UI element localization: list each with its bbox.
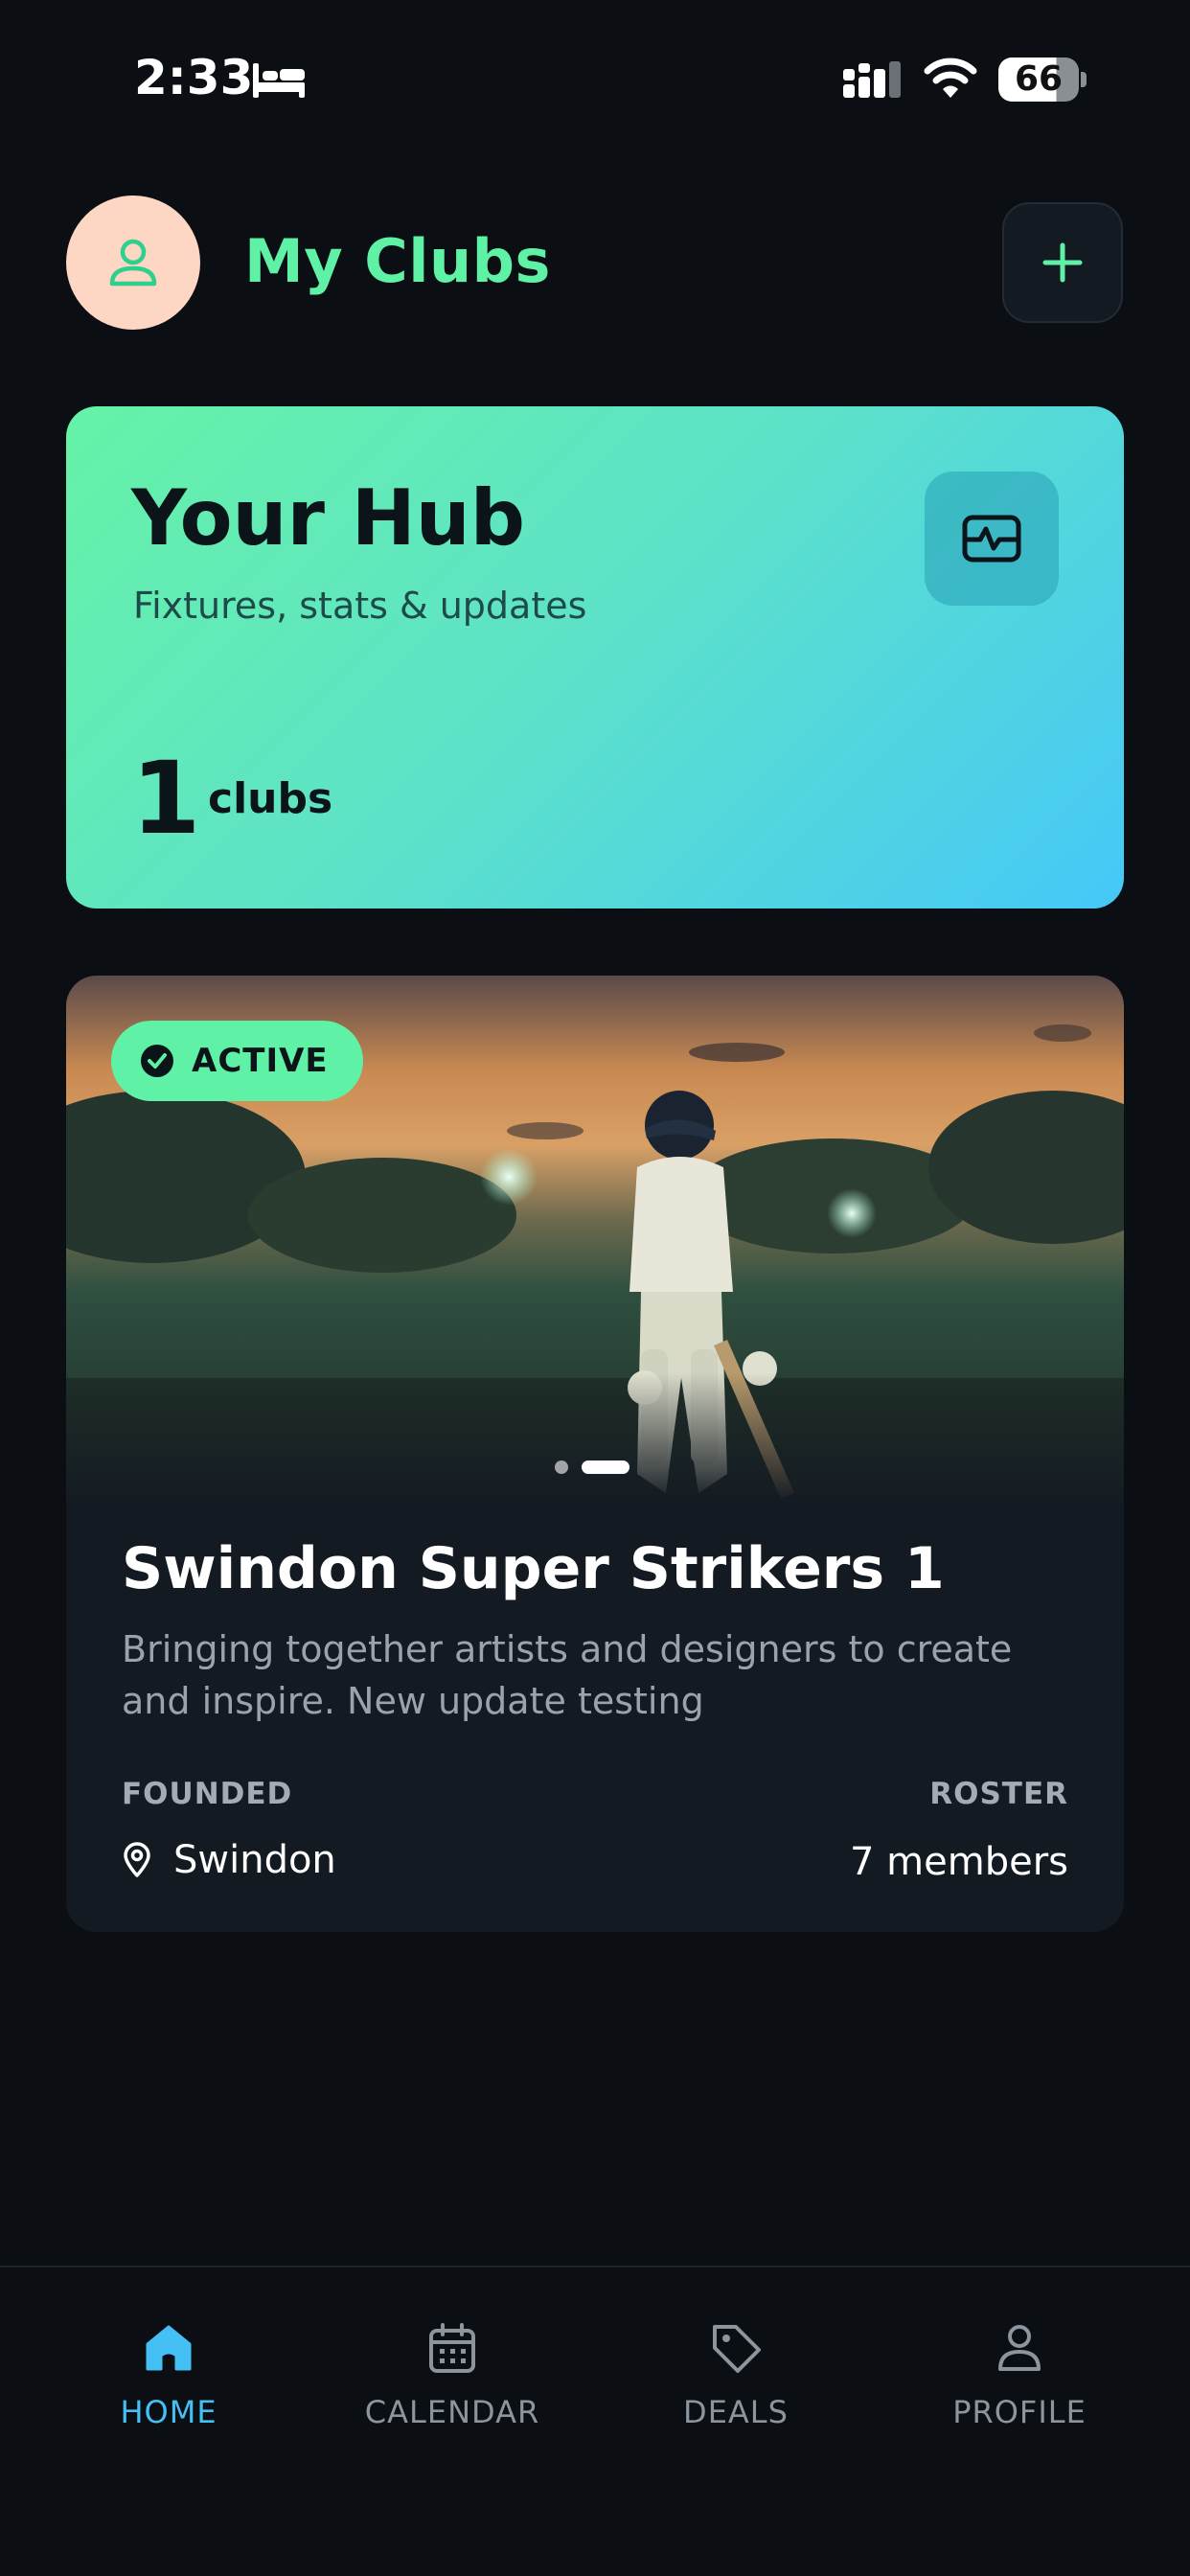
carousel-dot[interactable] <box>555 1460 568 1474</box>
carousel-dot-active[interactable] <box>582 1460 629 1474</box>
user-icon <box>998 2325 1041 2371</box>
hub-club-count-label: clubs <box>208 774 333 823</box>
hub-card[interactable]: Your Hub Fixtures, stats & updates 1 clu… <box>66 406 1124 908</box>
bed-icon <box>253 63 305 98</box>
club-card[interactable]: ACTIVE Swindon Super Strikers 1 Bringing… <box>66 976 1124 1932</box>
nav-item-calendar[interactable]: CALENDAR <box>337 2319 567 2430</box>
nav-label-deals: DEALS <box>683 2394 789 2430</box>
bottom-nav: HOME CALENDAR DEALS PROFILE <box>0 2266 1190 2576</box>
plus-icon <box>1042 242 1083 283</box>
calendar-icon <box>429 2323 475 2373</box>
hub-activity-button[interactable] <box>925 472 1059 606</box>
map-pin-icon <box>124 1842 150 1877</box>
nav-label-profile: PROFILE <box>952 2394 1087 2430</box>
battery-indicator: 66 <box>998 58 1087 102</box>
wifi-icon <box>924 58 977 98</box>
user-icon <box>109 239 157 287</box>
carousel-dots[interactable] <box>555 1460 629 1474</box>
battery-level: 66 <box>1014 59 1064 99</box>
status-time: 2:33 <box>134 50 254 105</box>
signal-icon <box>843 61 901 98</box>
nav-item-profile[interactable]: PROFILE <box>904 2319 1134 2430</box>
status-bar: 2:33 66 <box>0 0 1190 153</box>
club-description: Bringing together artists and designers … <box>122 1628 1013 1722</box>
roster-label: ROSTER <box>929 1777 1068 1811</box>
club-location-text: Swindon <box>173 1838 336 1882</box>
club-name: Swindon Super Strikers 1 <box>122 1535 945 1602</box>
club-members: 7 members <box>850 1840 1068 1884</box>
screen: 2:33 66 My Clubs Your Hub Fixtures, stat… <box>0 0 1190 2576</box>
founded-label: FOUNDED <box>122 1777 293 1811</box>
page-title: My Clubs <box>244 226 551 296</box>
status-badge: ACTIVE <box>111 1021 363 1101</box>
hub-club-count: 1 <box>131 740 201 857</box>
check-circle-icon <box>141 1045 173 1077</box>
nav-label-home: HOME <box>120 2394 217 2430</box>
club-location: Swindon <box>122 1838 336 1882</box>
nav-label-calendar: CALENDAR <box>364 2394 540 2430</box>
hub-subtitle: Fixtures, stats & updates <box>133 585 587 627</box>
hub-title: Your Hub <box>131 473 525 563</box>
add-club-button[interactable] <box>1002 202 1123 323</box>
home-icon <box>146 2325 192 2371</box>
avatar[interactable] <box>66 196 200 330</box>
activity-icon <box>962 515 1021 563</box>
nav-item-home[interactable]: HOME <box>54 2319 284 2430</box>
nav-item-deals[interactable]: DEALS <box>621 2319 851 2430</box>
tag-icon <box>713 2325 761 2373</box>
status-badge-label: ACTIVE <box>192 1042 329 1080</box>
